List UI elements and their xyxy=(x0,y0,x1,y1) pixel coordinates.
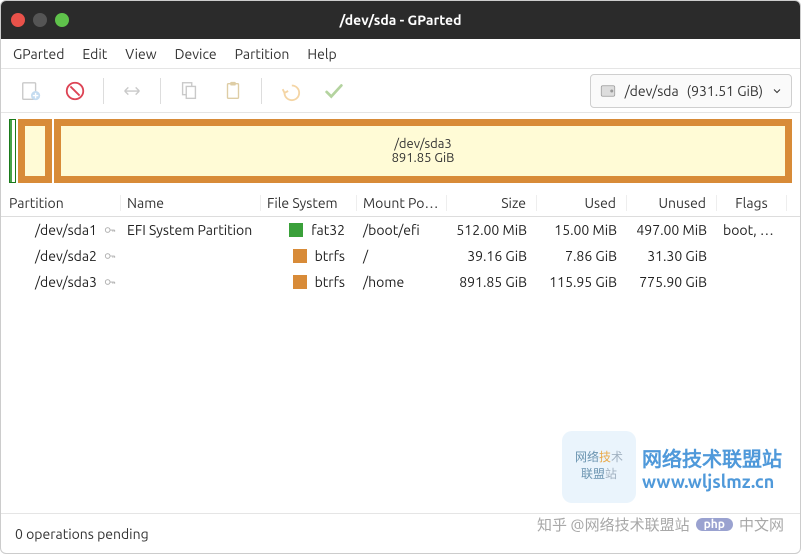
disk-map[interactable]: /dev/sda3 891.85 GiB xyxy=(1,113,800,189)
col-size[interactable]: Size xyxy=(447,195,537,211)
lock-icon xyxy=(103,249,117,263)
delete-partition-button[interactable] xyxy=(53,73,97,109)
lock-icon xyxy=(103,275,117,289)
menu-gparted[interactable]: GParted xyxy=(13,46,64,62)
toolbar: /dev/sda (931.51 GiB) xyxy=(1,69,800,113)
disk-block-size: 891.85 GiB xyxy=(392,151,455,165)
col-used[interactable]: Used xyxy=(537,195,627,211)
undo-button[interactable] xyxy=(268,73,312,109)
harddisk-icon xyxy=(599,82,617,100)
fs-color-box xyxy=(289,223,303,237)
menubar: GParted Edit View Device Partition Help xyxy=(1,39,800,69)
table-row[interactable]: /dev/sda3 btrfs /home 891.85 GiB 115.95 … xyxy=(1,269,800,295)
lock-icon xyxy=(103,223,117,237)
col-flags[interactable]: Flags xyxy=(717,195,787,211)
flags-cell: boot, esp xyxy=(717,222,787,238)
used-cell: 7.86 GiB xyxy=(537,248,627,264)
resize-icon xyxy=(121,80,143,102)
disk-block-sda1[interactable] xyxy=(9,119,16,183)
fs-type: btrfs xyxy=(315,274,345,290)
table-row[interactable]: /dev/sda2 btrfs / 39.16 GiB 7.86 GiB 31.… xyxy=(1,243,800,269)
maximize-icon[interactable] xyxy=(55,13,69,27)
size-cell: 39.16 GiB xyxy=(447,248,537,264)
unused-cell: 775.90 GiB xyxy=(627,274,717,290)
window-controls xyxy=(11,13,69,27)
mount-point: /boot/efi xyxy=(357,222,447,238)
fs-color-box xyxy=(293,249,307,263)
col-name[interactable]: Name xyxy=(121,195,261,211)
used-cell: 115.95 GiB xyxy=(537,274,627,290)
pending-ops-label: 0 operations pending xyxy=(15,526,149,542)
app-window: /dev/sda - GParted GParted Edit View Dev… xyxy=(0,0,801,554)
mount-point: / xyxy=(357,248,447,264)
menu-partition[interactable]: Partition xyxy=(235,46,290,62)
chevron-down-icon xyxy=(771,85,783,97)
device-selector[interactable]: /dev/sda (931.51 GiB) xyxy=(590,74,792,108)
paste-button[interactable] xyxy=(211,73,255,109)
copy-icon xyxy=(178,80,200,102)
undo-icon xyxy=(279,80,301,102)
unused-cell: 497.00 MiB xyxy=(627,222,717,238)
watermark-logo: 网络技术 联盟站 网络技术联盟站 www.wljslmz.cn xyxy=(562,431,782,503)
col-unused[interactable]: Unused xyxy=(627,195,717,211)
new-partition-button[interactable] xyxy=(9,73,53,109)
titlebar: /dev/sda - GParted xyxy=(1,1,800,39)
copy-button[interactable] xyxy=(167,73,211,109)
disk-block-label: /dev/sda3 xyxy=(394,137,452,151)
watermark-zhihu: 知乎 @网络技术联盟站 php 中文网 xyxy=(537,514,784,535)
partition-path: /dev/sda3 xyxy=(35,274,97,290)
disk-block-sda2[interactable] xyxy=(18,119,52,183)
partition-path: /dev/sda1 xyxy=(35,222,97,238)
toolbar-separator xyxy=(103,78,104,104)
window-title: /dev/sda - GParted xyxy=(340,12,462,28)
col-partition[interactable]: Partition xyxy=(1,195,121,211)
watermark-text: 网络技术联盟站 www.wljslmz.cn xyxy=(642,443,782,492)
size-cell: 512.00 MiB xyxy=(447,222,537,238)
resize-move-button[interactable] xyxy=(110,73,154,109)
table-header: Partition Name File System Mount Point S… xyxy=(1,189,800,217)
menu-device[interactable]: Device xyxy=(175,46,217,62)
toolbar-separator xyxy=(261,78,262,104)
fs-color-box xyxy=(293,275,307,289)
table-row[interactable]: /dev/sda1 EFI System Partition fat32 /bo… xyxy=(1,217,800,243)
apply-button[interactable] xyxy=(312,73,356,109)
col-mountpoint[interactable]: Mount Point xyxy=(357,195,447,211)
partition-path: /dev/sda2 xyxy=(35,248,97,264)
menu-help[interactable]: Help xyxy=(307,46,336,62)
minimize-icon[interactable] xyxy=(33,13,47,27)
menu-view[interactable]: View xyxy=(125,46,156,62)
mount-point: /home xyxy=(357,274,447,290)
device-size: (931.51 GiB) xyxy=(687,83,763,99)
new-partition-icon xyxy=(20,80,42,102)
paste-icon xyxy=(222,80,244,102)
device-label: /dev/sda xyxy=(625,83,679,99)
unused-cell: 31.30 GiB xyxy=(627,248,717,264)
toolbar-separator xyxy=(160,78,161,104)
partition-name: EFI System Partition xyxy=(121,222,261,238)
close-icon[interactable] xyxy=(11,13,25,27)
menu-edit[interactable]: Edit xyxy=(82,46,107,62)
delete-icon xyxy=(64,80,86,102)
watermark-badge: 网络技术 联盟站 xyxy=(562,431,636,503)
used-cell: 15.00 MiB xyxy=(537,222,627,238)
fs-type: btrfs xyxy=(315,248,345,264)
size-cell: 891.85 GiB xyxy=(447,274,537,290)
disk-block-sda3[interactable]: /dev/sda3 891.85 GiB xyxy=(54,119,792,183)
fs-type: fat32 xyxy=(311,222,345,238)
apply-icon xyxy=(323,80,345,102)
col-filesystem[interactable]: File System xyxy=(261,195,357,211)
